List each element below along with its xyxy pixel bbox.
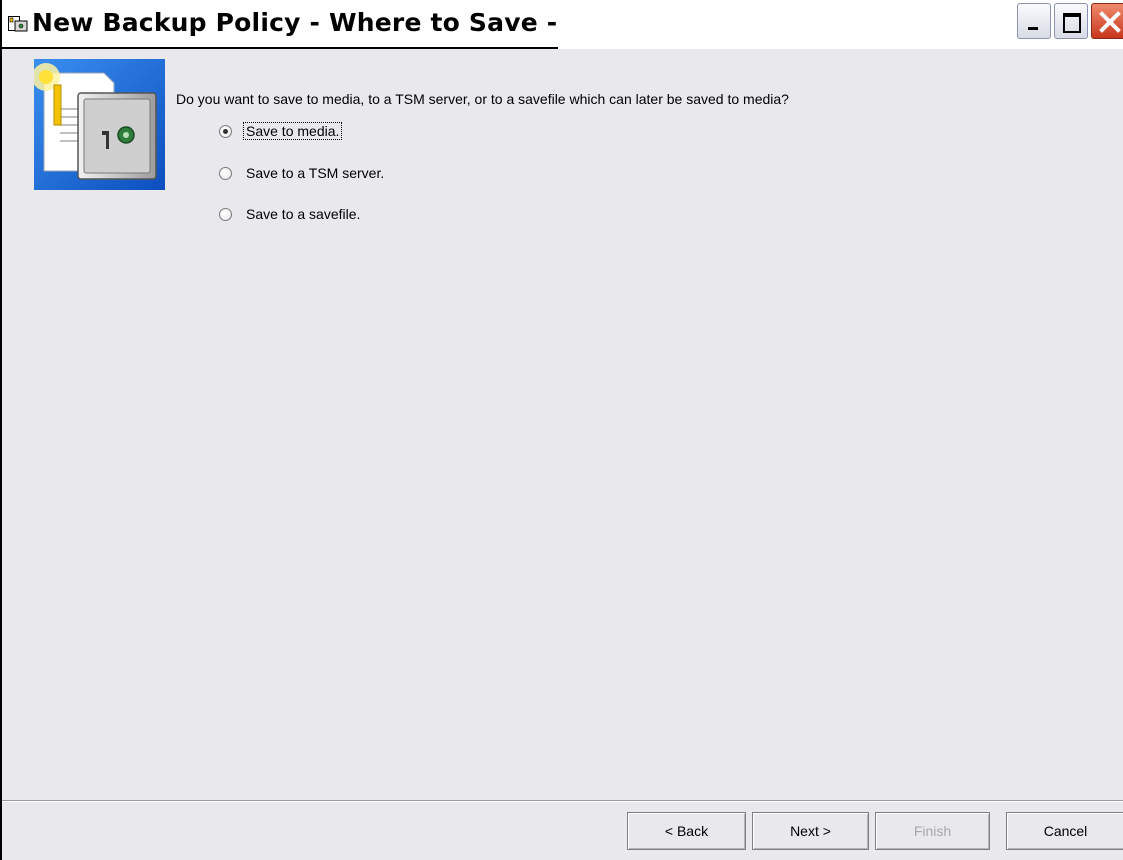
question-text: Do you want to save to media, to a TSM s…: [176, 91, 789, 107]
option-save-to-media[interactable]: Save to media.: [219, 121, 343, 141]
radio-save-to-savefile[interactable]: [219, 207, 232, 221]
radio-save-to-tsm-server[interactable]: [219, 166, 232, 180]
wizard-content: Do you want to save to media, to a TSM s…: [2, 49, 1123, 800]
title-bar[interactable]: New Backup Policy - Where to Save -: [2, 0, 1123, 49]
cancel-button[interactable]: Cancel: [1006, 812, 1123, 850]
maximize-button[interactable]: [1054, 3, 1088, 39]
window-title: New Backup Policy - Where to Save -: [32, 8, 558, 37]
close-button[interactable]: [1091, 3, 1123, 39]
back-button[interactable]: < Back: [627, 812, 746, 850]
close-icon: [1099, 11, 1121, 33]
radio-save-to-media[interactable]: [219, 124, 232, 138]
option-save-to-savefile[interactable]: Save to a savefile.: [219, 204, 362, 224]
wizard-window: New Backup Policy - Where to Save - Do y…: [0, 0, 1123, 860]
finish-button[interactable]: Finish: [875, 812, 990, 850]
option-save-to-tsm-server[interactable]: Save to a TSM server.: [219, 163, 386, 183]
option-label: Save to a savefile.: [246, 206, 361, 222]
backup-policy-icon: [8, 16, 28, 32]
safe-with-documents-icon: [34, 59, 165, 190]
minimize-button[interactable]: [1017, 3, 1051, 39]
option-label: Save to a TSM server.: [246, 165, 385, 181]
option-label: Save to media.: [242, 122, 343, 140]
next-button[interactable]: Next >: [752, 812, 869, 850]
